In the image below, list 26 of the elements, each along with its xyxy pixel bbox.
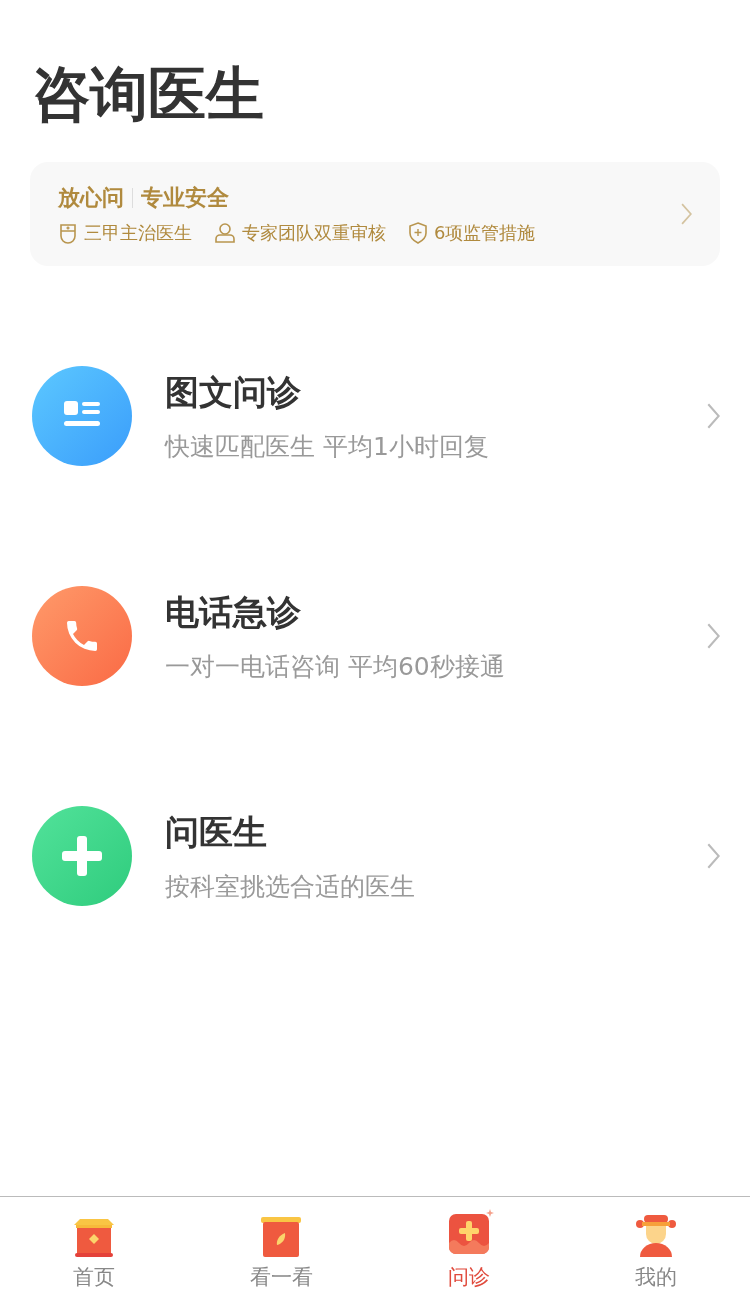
feature-label: 三甲主治医生 — [84, 221, 192, 245]
service-title[interactable]: 问医生 — [165, 809, 707, 856]
tab-item[interactable]: 看一看 — [187, 1197, 375, 1295]
chevron-right-icon — [681, 203, 692, 225]
person-icon — [214, 222, 236, 244]
scroll-icon — [259, 1215, 304, 1259]
service-description: 快速匹配医生 平均1小时回复 — [165, 430, 490, 463]
banner-slogan: 专业安全 — [141, 184, 229, 212]
chevron-right-icon — [707, 623, 720, 649]
service-title[interactable]: 图文问诊 — [165, 369, 707, 416]
page-title: 咨询医生 — [31, 59, 265, 130]
service-description: 按科室挑选合适的医生 — [165, 870, 416, 903]
assurance-banner[interactable]: 放心问 专业安全 三甲主治医生 专家团队双重审核 6项监管措施 — [30, 162, 720, 266]
tab-item[interactable]: 我的 — [562, 1197, 750, 1295]
service-title[interactable]: 电话急诊 — [165, 589, 707, 636]
service-description: 一对一电话咨询 平均60秒接通 — [165, 650, 506, 683]
chevron-right-icon — [707, 843, 720, 869]
banner-brand: 放心问 — [58, 184, 124, 212]
feature-label: 6项监管措施 — [434, 221, 536, 245]
feature-label: 专家团队双重审核 — [242, 221, 386, 245]
person-icon — [634, 1213, 679, 1259]
tab-item[interactable]: 问诊 — [375, 1197, 563, 1295]
shield-icon — [408, 222, 428, 244]
badge-icon — [58, 222, 78, 244]
tab-item[interactable]: 首页 — [0, 1197, 188, 1295]
chevron-right-icon — [707, 403, 720, 429]
